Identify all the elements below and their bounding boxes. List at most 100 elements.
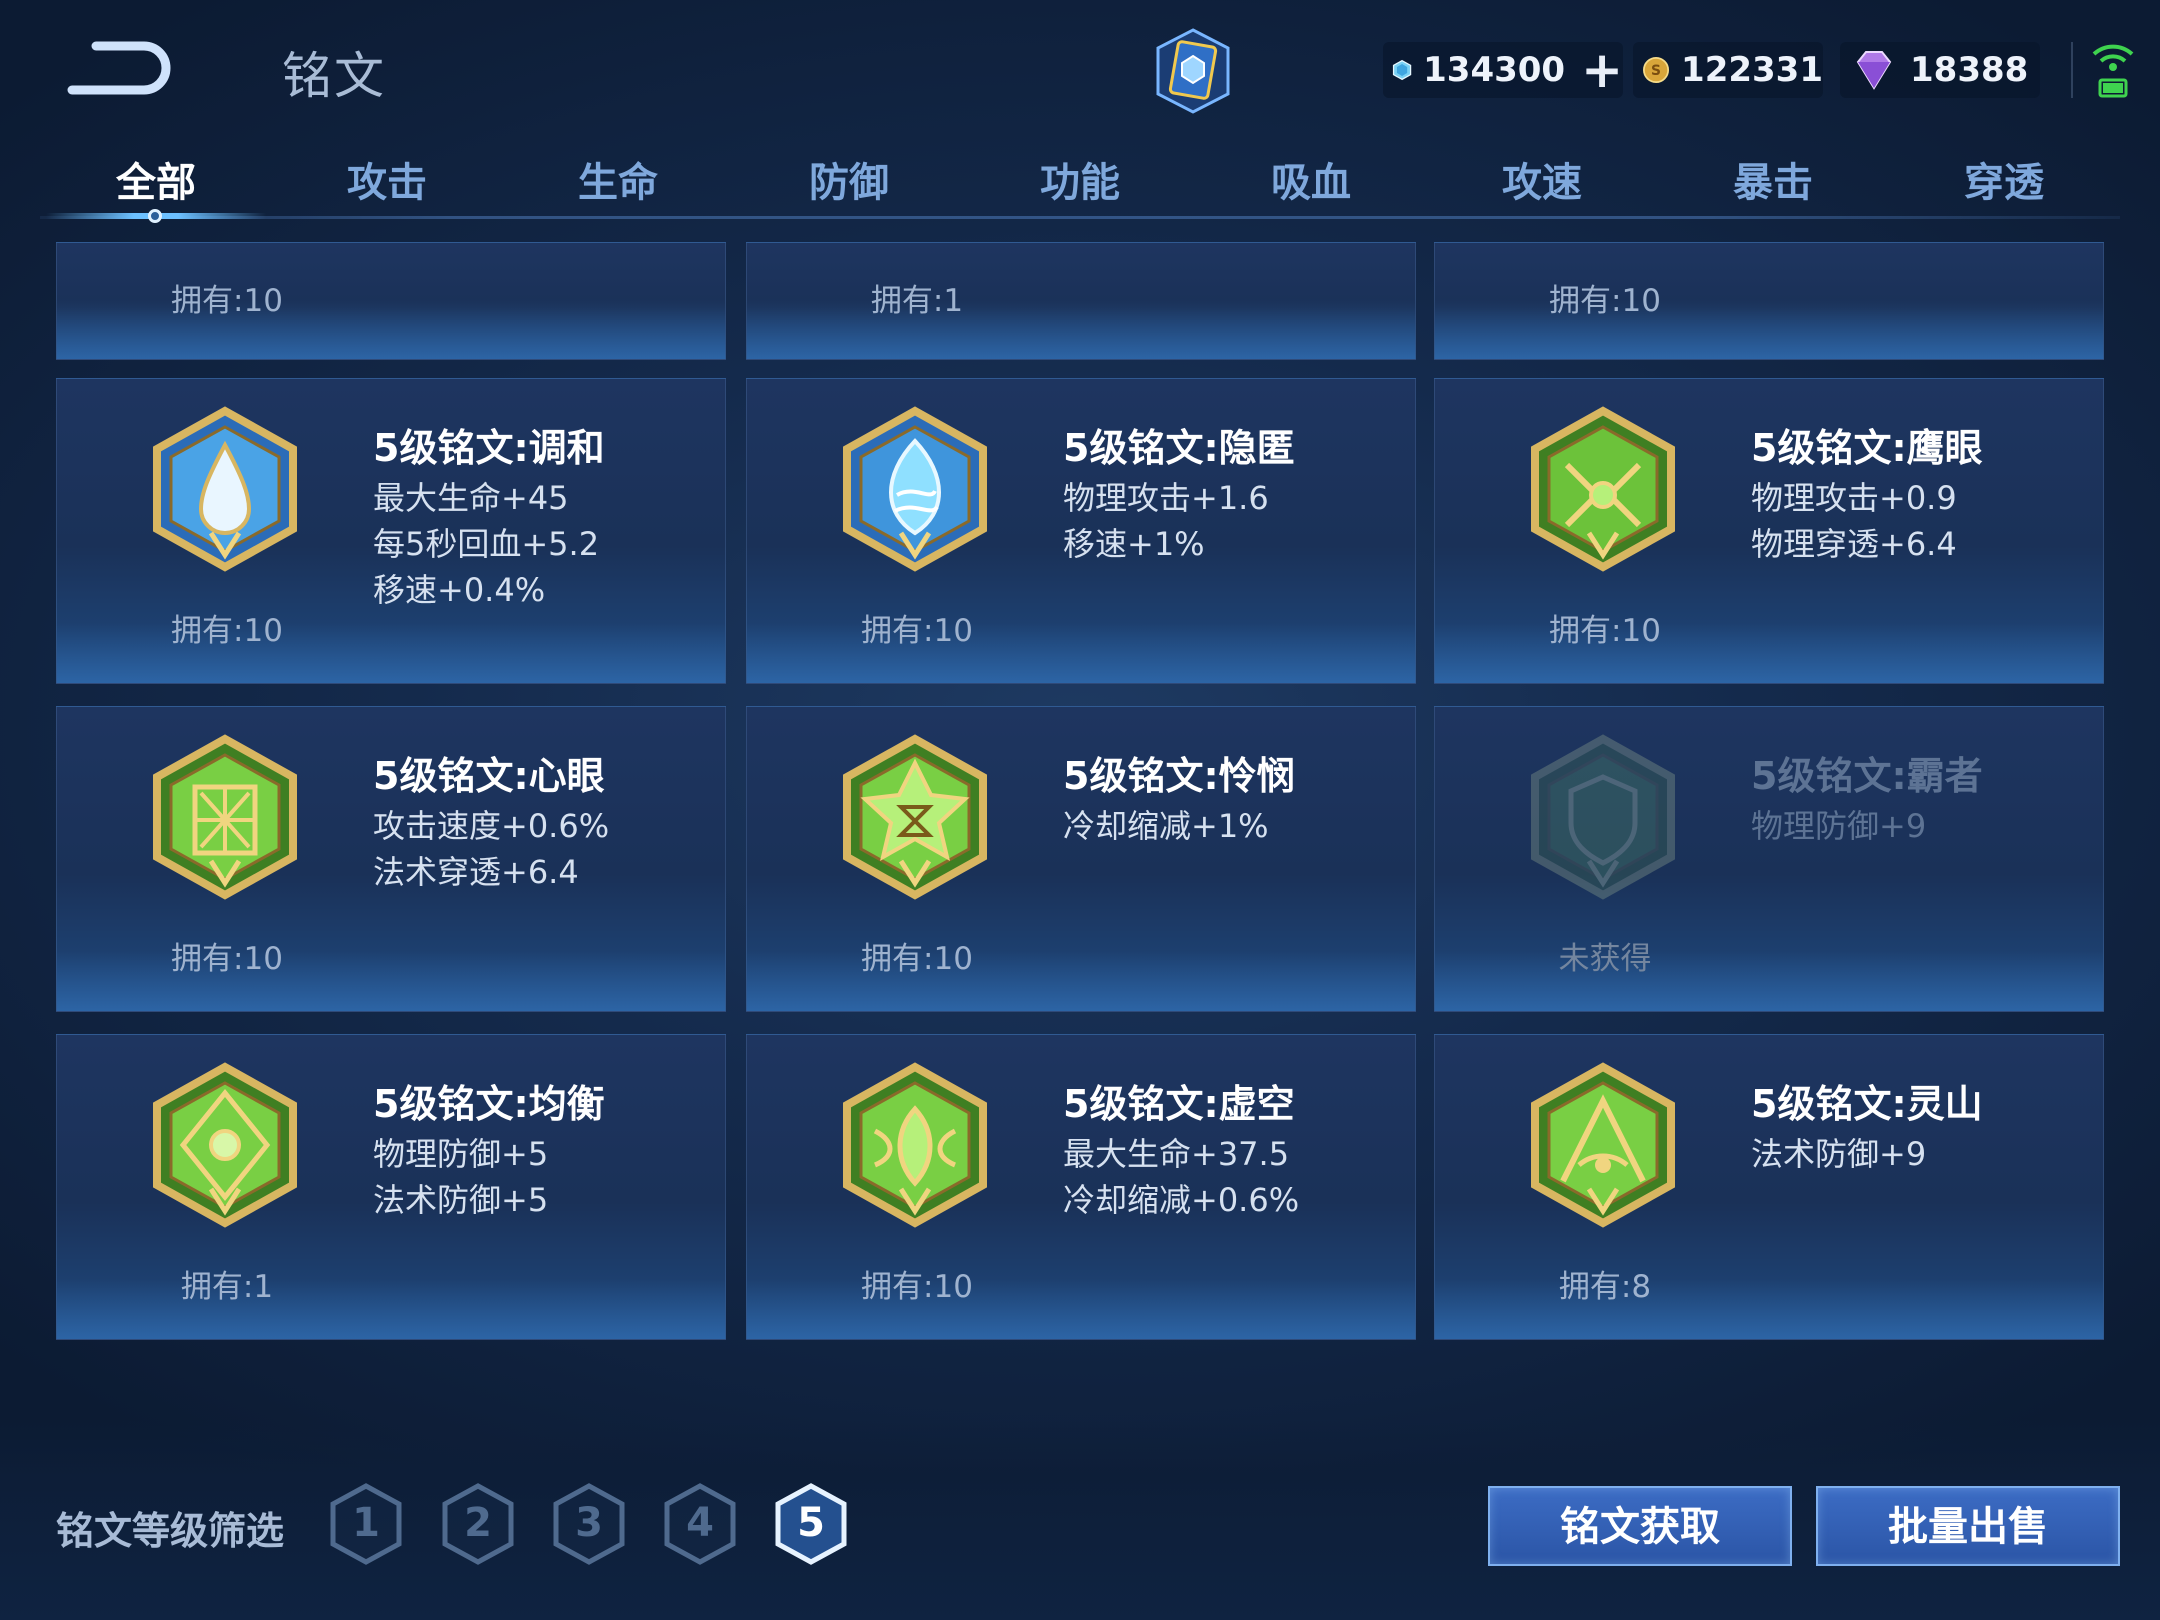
teardrop-rune-icon — [153, 406, 297, 572]
back-arrow-icon — [67, 41, 171, 95]
owned-count: 拥有:1 — [870, 283, 964, 319]
owned-count: 拥有:10 — [171, 941, 283, 977]
category-tabs: 全部 攻击 生命 防御 功能 吸血 攻速 暴击 穿透 — [40, 140, 2120, 220]
tab-penetration[interactable]: 穿透 — [1888, 150, 2120, 208]
rune-stat: 物理防御+9 — [1751, 807, 1927, 845]
rune-card-bazhe[interactable]: 5级铭文:霸者 物理防御+9 未获得 — [1434, 706, 2104, 1012]
rune-name: 5级铭文:均衡 — [373, 1082, 605, 1126]
diamond-amount: 134300 — [1423, 50, 1566, 90]
rune-stat: 攻击速度+0.6% — [373, 807, 610, 845]
level-number: 3 — [575, 1500, 603, 1546]
gem-amount: 18388 — [1910, 50, 2029, 90]
gem-currency: 18388 — [1840, 42, 2040, 98]
rune-card-xinyan[interactable]: 5级铭文:心眼 攻击速度+0.6% 法术穿透+6.4 拥有:10 — [56, 706, 726, 1012]
rune-stat: 冷却缩减+1% — [1063, 807, 1269, 845]
void-rune-icon — [843, 1062, 987, 1228]
owned-count: 拥有:8 — [1558, 1269, 1652, 1305]
owned-count: 拥有:10 — [171, 613, 283, 649]
flame-rune-icon — [843, 406, 987, 572]
rune-stat: 物理攻击+1.6 — [1063, 479, 1269, 517]
owned-count: 拥有:10 — [171, 283, 283, 319]
rune-card-yingyan[interactable]: 5级铭文:鹰眼 物理攻击+0.9 物理穿透+6.4 拥有:10 — [1434, 378, 2104, 684]
rune-name: 5级铭文:调和 — [373, 426, 605, 470]
rune-stat: 物理攻击+0.9 — [1751, 479, 1957, 517]
tab-health[interactable]: 生命 — [502, 150, 734, 208]
add-diamond-button[interactable]: + — [1581, 45, 1623, 95]
owned-status: 未获得 — [1558, 941, 1652, 977]
svg-text:S: S — [1651, 63, 1661, 79]
active-tab-dot — [148, 209, 162, 223]
gold-amount: 122331 — [1681, 50, 1823, 90]
purple-gem-icon — [1856, 51, 1892, 90]
rune-stat: 冷却缩减+0.6% — [1063, 1181, 1300, 1219]
bottom-bar: 铭文等级筛选 1 2 3 4 5 铭文获取 批量出售 — [0, 1420, 2160, 1620]
tab-utility[interactable]: 功能 — [964, 150, 1196, 208]
rune-stat: 移速+1% — [1063, 525, 1205, 563]
back-button[interactable] — [66, 32, 178, 102]
rune-stat: 法术防御+5 — [373, 1181, 549, 1219]
rune-card-lianmin[interactable]: 5级铭文:怜悯 冷却缩减+1% 拥有:10 — [746, 706, 1416, 1012]
diamond-icon — [1392, 59, 1412, 81]
shield-rune-icon — [1531, 734, 1675, 900]
rune-name: 5级铭文:隐匿 — [1063, 426, 1295, 470]
owned-count: 拥有:1 — [180, 1269, 274, 1305]
owned-count: 拥有:10 — [861, 941, 973, 977]
rune-stat: 法术穿透+6.4 — [373, 853, 579, 891]
rune-stat: 法术防御+9 — [1751, 1135, 1927, 1173]
tab-crit[interactable]: 暴击 — [1657, 150, 1889, 208]
compass-rune-icon — [153, 1062, 297, 1228]
top-bar: 铭文 134300 + S 122331 18388 — [0, 0, 2160, 140]
gold-currency: S 122331 — [1633, 42, 1823, 98]
rune-card-partial[interactable]: 拥有:10 — [56, 242, 726, 360]
tab-attack-speed[interactable]: 攻速 — [1426, 150, 1658, 208]
gold-coin-icon: S — [1643, 56, 1670, 84]
rune-card-tiaohe[interactable]: 5级铭文:调和 最大生命+45 每5秒回血+5.2 移速+0.4% 拥有:10 — [56, 378, 726, 684]
rune-stat: 移速+0.4% — [373, 571, 546, 609]
rune-name: 5级铭文:怜悯 — [1063, 754, 1295, 798]
rune-stat: 最大生命+37.5 — [1063, 1135, 1290, 1173]
rune-stat: 物理穿透+6.4 — [1751, 525, 1957, 563]
owned-count: 拥有:10 — [861, 613, 973, 649]
level-filter-5[interactable]: 5 — [773, 1482, 849, 1566]
rune-name: 5级铭文:虚空 — [1063, 1082, 1295, 1126]
level-filter-3[interactable]: 3 — [551, 1482, 627, 1566]
diamond-currency: 134300 + — [1383, 42, 1623, 98]
bulk-sell-button[interactable]: 批量出售 — [1816, 1486, 2120, 1566]
rune-card-partial[interactable]: 拥有:1 — [746, 242, 1416, 360]
level-number: 2 — [464, 1500, 492, 1546]
level-number: 5 — [797, 1500, 825, 1546]
rune-card-xukong[interactable]: 5级铭文:虚空 最大生命+37.5 冷却缩减+0.6% 拥有:10 — [746, 1034, 1416, 1340]
eye-rune-icon — [153, 734, 297, 900]
wifi-battery-icon — [2088, 36, 2138, 102]
rune-stat: 每5秒回血+5.2 — [373, 525, 600, 563]
level-filter-4[interactable]: 4 — [662, 1482, 738, 1566]
tab-all[interactable]: 全部 — [40, 150, 272, 208]
rune-card-partial[interactable]: 拥有:10 — [1434, 242, 2104, 360]
owned-count: 拥有:10 — [1549, 613, 1661, 649]
rune-card-lingshan[interactable]: 5级铭文:灵山 法术防御+9 拥有:8 — [1434, 1034, 2104, 1340]
page-title: 铭文 — [282, 47, 386, 105]
rune-stat: 最大生命+45 — [373, 479, 569, 517]
tab-attack[interactable]: 攻击 — [271, 150, 503, 208]
level-number: 1 — [352, 1500, 380, 1546]
mountain-rune-icon — [1531, 1062, 1675, 1228]
rune-card-junheng[interactable]: 5级铭文:均衡 物理防御+5 法术防御+5 拥有:1 — [56, 1034, 726, 1340]
hourglass-rune-icon — [843, 734, 987, 900]
eagle-rune-icon — [1531, 406, 1675, 572]
rune-name: 5级铭文:心眼 — [373, 754, 605, 798]
level-filter-2[interactable]: 2 — [440, 1482, 516, 1566]
rune-grid: 拥有:10 拥有:1 拥有:10 5级铭文:调和 最大生命+45 每5秒回血+5… — [0, 230, 2160, 1410]
tab-defense[interactable]: 防御 — [733, 150, 965, 208]
rune-stat: 物理防御+5 — [373, 1135, 549, 1173]
level-number: 4 — [686, 1500, 714, 1546]
tab-lifesteal[interactable]: 吸血 — [1195, 150, 1427, 208]
level-filter-label: 铭文等级筛选 — [56, 1509, 285, 1553]
rune-name: 5级铭文:霸者 — [1751, 754, 1983, 798]
get-rune-button[interactable]: 铭文获取 — [1488, 1486, 1792, 1566]
rune-card-yinni[interactable]: 5级铭文:隐匿 物理攻击+1.6 移速+1% 拥有:10 — [746, 378, 1416, 684]
rune-name: 5级铭文:鹰眼 — [1751, 426, 1983, 470]
level-filter-1[interactable]: 1 — [328, 1482, 404, 1566]
rune-book-icon[interactable] — [1150, 26, 1236, 116]
tabs-divider — [40, 216, 2120, 219]
header-divider — [2071, 42, 2073, 98]
